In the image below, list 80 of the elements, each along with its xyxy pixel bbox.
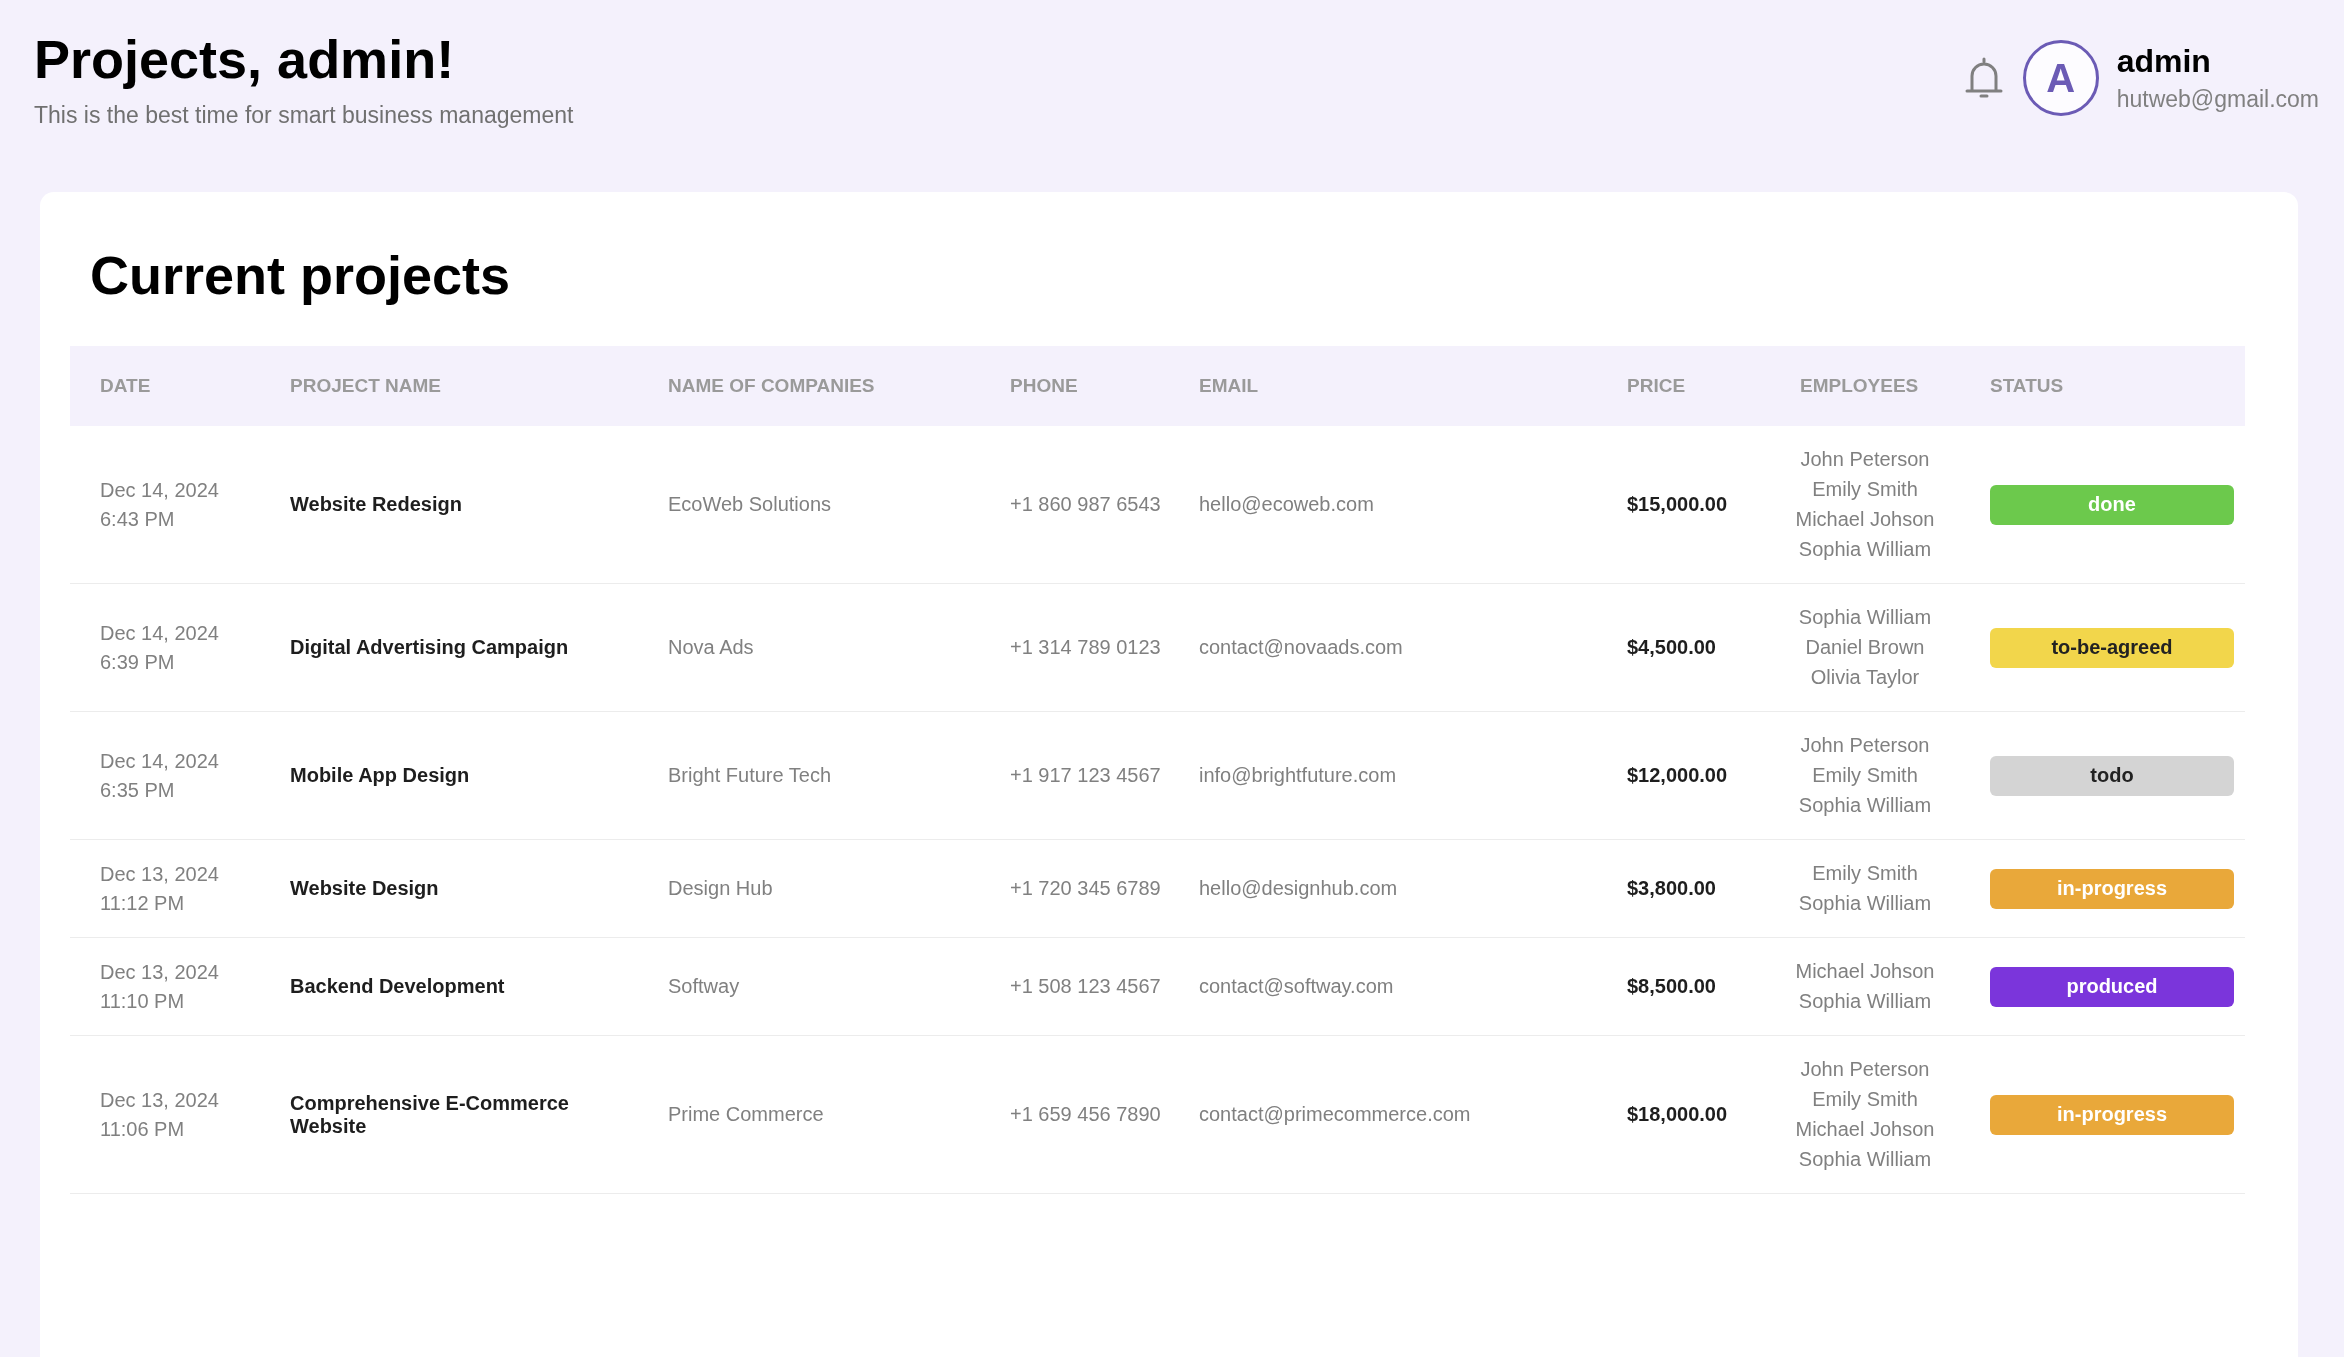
price-text: $18,000.00 (1627, 1103, 1728, 1126)
phone-text: +1 720 345 6789 (1010, 877, 1161, 900)
email-text: info@brightfuture.com (1199, 764, 1397, 787)
email-text: contact@novaads.com (1199, 636, 1403, 659)
phone-text: +1 917 123 4567 (1010, 764, 1161, 787)
column-header: EMPLOYEES (1770, 346, 1960, 426)
date-text: Dec 14, 2024 (100, 749, 219, 773)
employee-name: Michael Johson (1795, 508, 1935, 531)
project-name: Comprehensive E-Commerce Website (290, 1091, 570, 1138)
column-header: PRICE (1597, 346, 1770, 426)
page-subtitle: This is the best time for smart business management (34, 102, 574, 129)
email-text: contact@softway.com (1199, 975, 1394, 998)
employee-name: Sophia William (1798, 606, 1932, 629)
status-badge: in-progress (1990, 868, 2234, 909)
status-badge: produced (1990, 966, 2234, 1007)
project-name: Backend Development (290, 975, 505, 998)
date-text: Dec 14, 2024 (100, 478, 219, 502)
price-text: $12,000.00 (1627, 764, 1728, 787)
date-text: Dec 14, 2024 (100, 621, 219, 645)
company-name: Bright Future Tech (668, 764, 832, 787)
page-title: Projects, admin! (34, 28, 456, 90)
employee-name: Michael Johson (1795, 1118, 1935, 1141)
company-name: Nova Ads (668, 636, 754, 659)
user-name: admin (2116, 43, 2212, 80)
employee-name: Michael Johson (1795, 960, 1935, 983)
phone-text: +1 508 123 4567 (1010, 975, 1161, 998)
company-name: EcoWeb Solutions (668, 493, 832, 516)
project-name: Website Design (290, 877, 439, 900)
project-name: Mobile App Design (290, 764, 470, 787)
phone-text: +1 659 456 7890 (1010, 1103, 1161, 1126)
project-name: Website Redesign (290, 493, 462, 516)
card-title: Current projects (90, 244, 512, 306)
status-badge: todo (1990, 755, 2234, 796)
employee-name: John Peterson (1800, 734, 1930, 757)
date-text: Dec 13, 2024 (100, 862, 219, 886)
user-email: hutweb@gmail.com (2116, 86, 2319, 113)
employee-name: Emily Smith (1812, 1088, 1918, 1111)
price-text: $15,000.00 (1627, 493, 1728, 516)
employee-name: Sophia William (1798, 1148, 1932, 1171)
date-text: Dec 13, 2024 (100, 960, 219, 984)
employee-name: Daniel Brown (1805, 636, 1925, 659)
employee-name: John Peterson (1800, 448, 1930, 471)
status-badge: in-progress (1990, 1094, 2234, 1135)
email-text: hello@designhub.com (1199, 877, 1398, 900)
employee-name: Emily Smith (1812, 478, 1918, 501)
project-name: Digital Advertising Campaign (290, 636, 569, 659)
column-header: DATE (70, 346, 260, 426)
employee-name: Sophia William (1798, 538, 1932, 561)
time-text: 6:35 PM (100, 778, 176, 802)
date-text: Dec 13, 2024 (100, 1088, 219, 1112)
employee-name: Sophia William (1798, 794, 1932, 817)
column-header: PROJECT NAME (260, 346, 638, 426)
employee-name: Sophia William (1798, 990, 1932, 1013)
time-text: 11:06 PM (100, 1117, 186, 1141)
time-text: 6:39 PM (100, 650, 176, 674)
column-header: EMAIL (1169, 346, 1597, 426)
employee-name: John Peterson (1800, 1058, 1930, 1081)
employee-name: Sophia William (1798, 892, 1932, 915)
status-badge: to-be-agreed (1990, 627, 2234, 668)
time-text: 11:12 PM (100, 891, 186, 915)
employee-name: Emily Smith (1812, 862, 1918, 885)
time-text: 6:43 PM (100, 507, 176, 531)
price-text: $8,500.00 (1627, 975, 1716, 998)
column-header: NAME OF COMPANIES (638, 346, 980, 426)
email-text: hello@ecoweb.com (1199, 493, 1374, 516)
employee-name: Olivia Taylor (1810, 666, 1920, 689)
phone-text: +1 314 789 0123 (1010, 636, 1161, 659)
column-header: STATUS (1960, 346, 2245, 426)
phone-text: +1 860 987 6543 (1010, 493, 1161, 516)
email-text: contact@primecommerce.com (1199, 1103, 1471, 1126)
company-name: Design Hub (668, 877, 773, 900)
time-text: 11:10 PM (100, 989, 186, 1013)
company-name: Softway (668, 975, 740, 998)
price-text: $3,800.00 (1627, 877, 1716, 900)
column-header: PHONE (980, 346, 1169, 426)
company-name: Prime Commerce (668, 1103, 824, 1126)
status-badge: done (1990, 484, 2234, 525)
user-avatar[interactable]: A (2022, 40, 2099, 116)
employee-name: Emily Smith (1812, 764, 1918, 787)
price-text: $4,500.00 (1627, 636, 1716, 659)
